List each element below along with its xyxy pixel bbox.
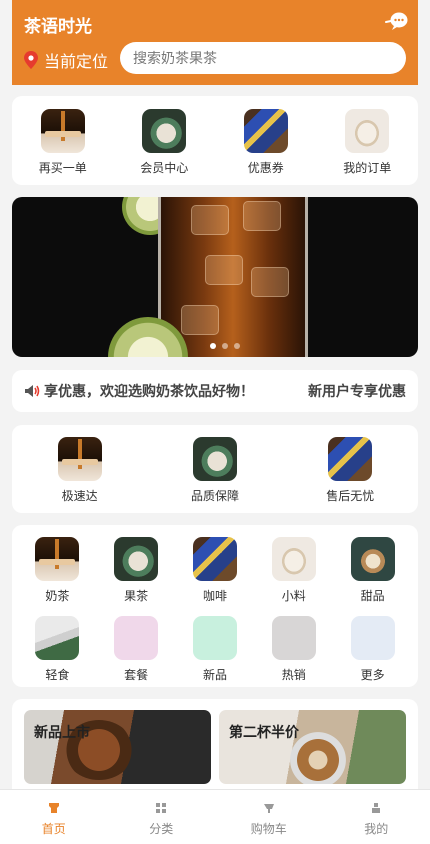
new-swatch (192, 616, 237, 660)
service-quality[interactable]: 品质保障 (170, 437, 260, 513)
tab-category-label: 分类 (149, 822, 174, 836)
quick-member-center[interactable]: 会员中心 (129, 109, 199, 185)
light-meal-image (35, 616, 80, 660)
user-icon (372, 803, 381, 813)
tab-home-label: 首页 (41, 822, 66, 836)
reorder-image (40, 109, 85, 153)
fruit-tea-label: 果茶 (124, 589, 149, 603)
desserts-label: 甜品 (360, 589, 385, 603)
location-label: 当前定位 (44, 52, 109, 71)
category-coffee[interactable]: 咖啡 (185, 537, 245, 604)
hot-swatch (271, 616, 316, 660)
category-more[interactable]: 更多 (343, 616, 403, 683)
app-title: 茶语时光 (24, 17, 92, 37)
tab-profile[interactable]: 我的 (323, 790, 430, 844)
desserts-image (350, 537, 395, 581)
location-pin-icon (24, 51, 38, 69)
tab-profile-label: 我的 (364, 822, 389, 836)
service-fast-delivery[interactable]: 极速达 (35, 437, 125, 513)
quality-image (192, 437, 237, 481)
new-label: 新品 (202, 668, 227, 682)
grid-icon (156, 803, 167, 813)
combos-label: 套餐 (124, 668, 149, 682)
cart-icon (263, 804, 274, 813)
promo-section: 新品上市 第二杯半价 (12, 699, 418, 791)
fruit-tea-image (114, 537, 159, 581)
milk-tea-image (35, 537, 80, 581)
toppings-image (271, 537, 316, 581)
service-guarantees: 极速达 品质保障 售后无忧 (12, 425, 418, 513)
quick-actions: 再买一单 会员中心 优惠券 我的订单 (12, 96, 418, 185)
new-user-offer-link[interactable]: 新用户专享优惠 (308, 381, 406, 401)
promo-second-cup-title: 第二杯半价 (229, 725, 299, 741)
tab-cart-label: 购物车 (250, 822, 287, 836)
quick-coupons[interactable]: 优惠券 (231, 109, 301, 185)
category-combos[interactable]: 套餐 (106, 616, 166, 683)
search-placeholder: 搜索奶茶果茶 (133, 51, 217, 67)
quick-reorder[interactable]: 再买一单 (28, 109, 98, 185)
quick-my-orders-label: 我的订单 (343, 161, 392, 175)
my-orders-image (345, 109, 390, 153)
location-selector[interactable]: 当前定位 (24, 48, 108, 72)
combos-swatch (114, 616, 159, 660)
fast-delivery-label: 极速达 (61, 489, 98, 503)
carousel-dot[interactable] (222, 343, 228, 349)
tab-cart[interactable]: 购物车 (215, 790, 323, 844)
member-center-image (142, 109, 187, 153)
more-swatch (350, 616, 395, 660)
quick-reorder-label: 再买一单 (38, 161, 87, 175)
quality-label: 品质保障 (190, 489, 239, 503)
category-row: 轻食 套餐 新品 热销 更多 (12, 616, 418, 683)
category-grid: 奶茶 果茶 咖啡 小料 甜品 轻食 套餐 新品 热销 更多 (12, 525, 418, 687)
carousel-dot[interactable] (210, 343, 216, 349)
chat-bubble-icon[interactable] (384, 10, 408, 32)
hot-label: 热销 (281, 668, 306, 682)
quick-member-center-label: 会员中心 (140, 161, 189, 175)
after-sales-image (328, 437, 373, 481)
speaker-icon (25, 385, 40, 397)
coupons-image (243, 109, 288, 153)
category-milk-tea[interactable]: 奶茶 (27, 537, 87, 604)
promo-second-cup-half-price[interactable]: 第二杯半价 (219, 710, 406, 784)
coffee-label: 咖啡 (202, 589, 227, 603)
coffee-image (192, 537, 237, 581)
milk-tea-label: 奶茶 (45, 589, 70, 603)
category-new[interactable]: 新品 (185, 616, 245, 683)
tab-category[interactable]: 分类 (108, 790, 216, 844)
service-after-sales[interactable]: 售后无忧 (305, 437, 395, 513)
category-fruit-tea[interactable]: 果茶 (106, 537, 166, 604)
more-label: 更多 (360, 668, 385, 682)
quick-my-orders[interactable]: 我的订单 (332, 109, 402, 185)
category-light-meal[interactable]: 轻食 (27, 616, 87, 683)
bottom-tab-bar: 首页 分类 购物车 我的 (0, 789, 430, 844)
promo-banner[interactable] (12, 197, 418, 357)
category-hot[interactable]: 热销 (264, 616, 324, 683)
after-sales-label: 售后无忧 (326, 489, 375, 503)
category-toppings[interactable]: 小料 (264, 537, 324, 604)
carousel-indicator (210, 343, 240, 349)
fast-delivery-image (57, 437, 102, 481)
carousel-dot[interactable] (234, 343, 240, 349)
notice-text: 享优惠，欢迎选购奶茶饮品好物！ (44, 384, 254, 400)
app-header: 茶语时光 当前定位 搜索奶茶果茶 (12, 0, 418, 85)
promo-new-arrivals[interactable]: 新品上市 (24, 710, 211, 784)
category-desserts[interactable]: 甜品 (343, 537, 403, 604)
toppings-label: 小料 (281, 589, 306, 603)
light-meal-label: 轻食 (45, 668, 70, 682)
category-row: 奶茶 果茶 咖啡 小料 甜品 (12, 537, 418, 604)
search-input[interactable]: 搜索奶茶果茶 (120, 42, 406, 74)
tab-home[interactable]: 首页 (0, 790, 108, 844)
notice-bar[interactable]: 享优惠，欢迎选购奶茶饮品好物！ 新用户专享优惠 (12, 370, 418, 412)
home-icon (48, 803, 59, 813)
promo-new-arrivals-title: 新品上市 (34, 725, 90, 741)
quick-coupons-label: 优惠券 (247, 161, 284, 175)
